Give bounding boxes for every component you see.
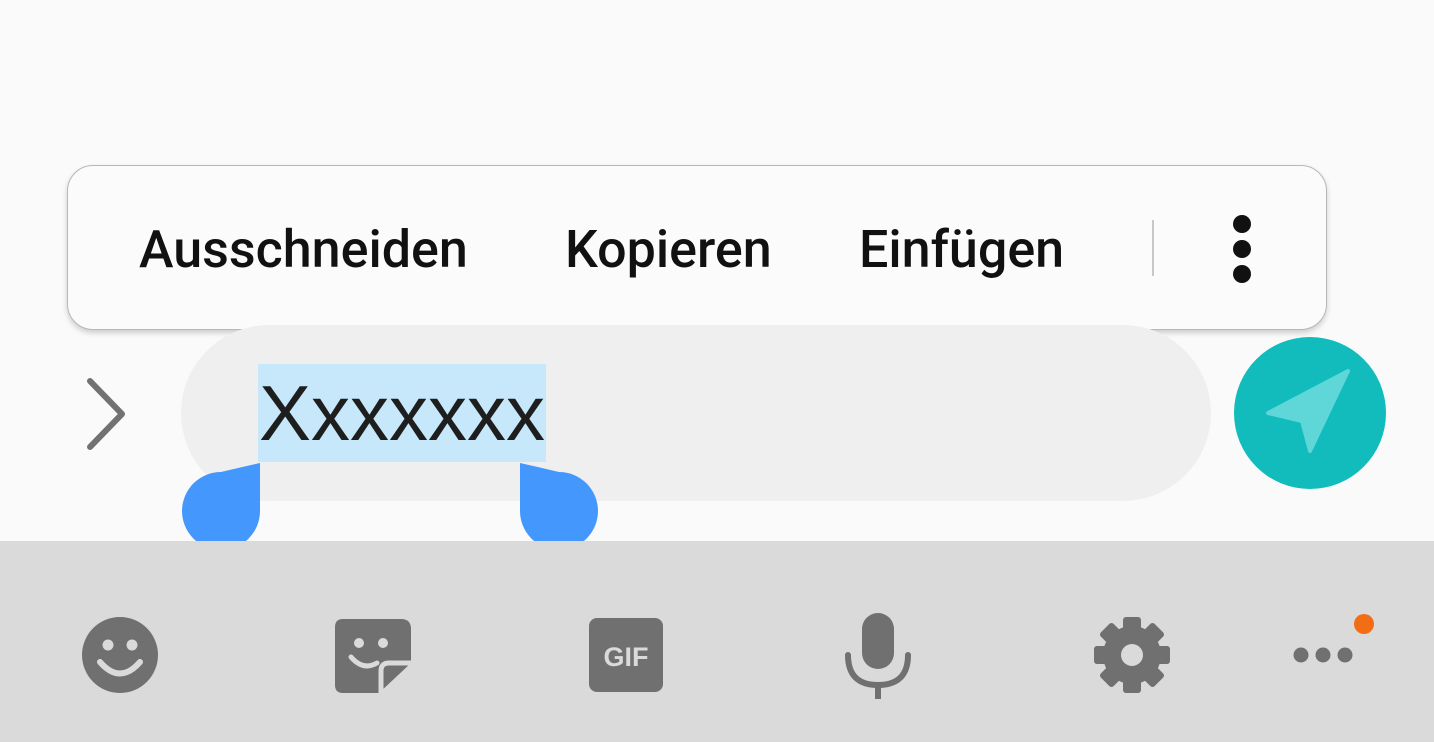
keyboard-toolbar: GIF [0,541,1434,742]
selection-handle-end[interactable] [518,461,598,553]
send-icon [1266,369,1350,453]
cut-button[interactable]: Ausschneiden [139,219,468,281]
more-vert-icon[interactable] [1218,214,1266,284]
text-selection-menu: Ausschneiden Kopieren Einfügen [67,165,1327,330]
menu-divider [1152,220,1154,276]
gif-label: GIF [604,642,649,672]
gif-icon[interactable]: GIF [587,613,667,703]
selected-text[interactable]: Xxxxxxx [258,364,547,462]
emoji-icon[interactable] [80,613,160,703]
selection-handle-start[interactable] [182,461,262,553]
send-button[interactable] [1234,337,1386,489]
paste-button[interactable]: Einfügen [859,219,1064,281]
notification-dot [1354,614,1374,634]
message-input[interactable]: Xxxxxxx [181,325,1211,501]
copy-button[interactable]: Kopieren [565,219,772,281]
settings-icon[interactable] [1092,613,1172,703]
sticker-icon[interactable] [333,613,413,703]
microphone-icon[interactable] [838,613,918,703]
chevron-right-icon[interactable] [78,375,134,453]
